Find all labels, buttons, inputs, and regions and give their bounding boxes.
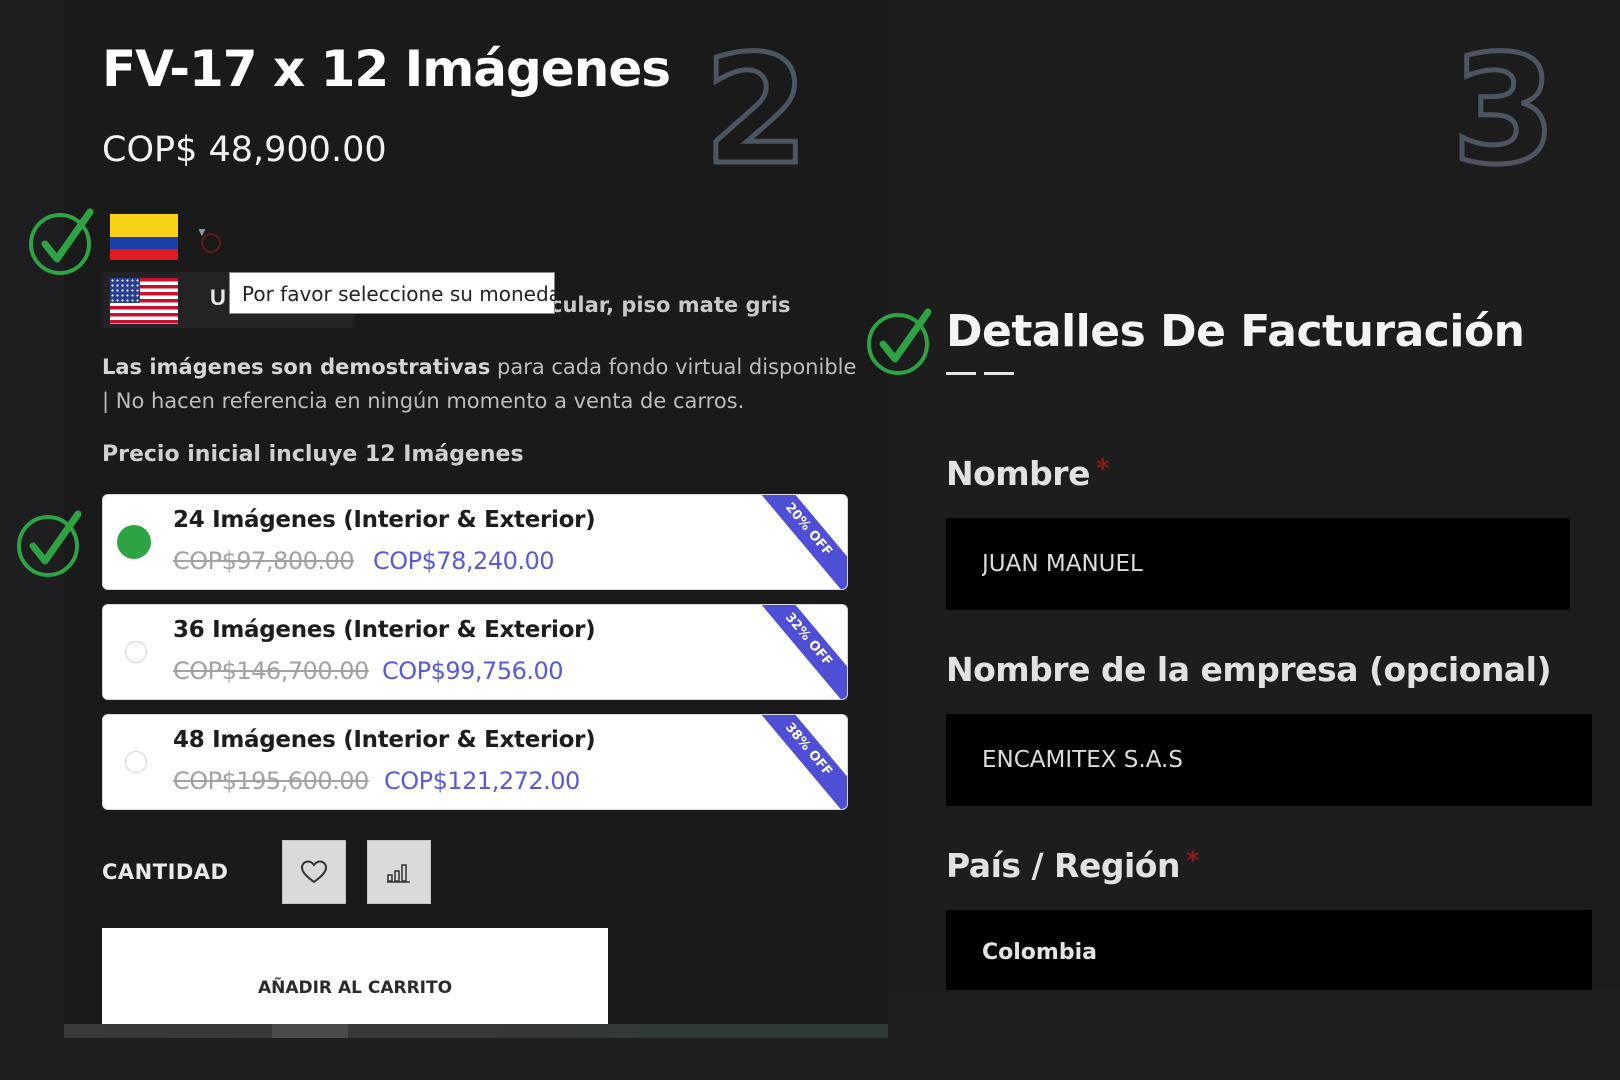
product-subtitle: cular, piso mate gris: [550, 293, 791, 317]
billing-title: Detalles De Facturación: [946, 306, 1525, 357]
country-select[interactable]: Colombia: [946, 910, 1592, 990]
currency-tooltip: Por favor seleccione su moneda: [229, 272, 561, 314]
add-to-cart-button[interactable]: AÑADIR AL CARRITO: [102, 928, 608, 1028]
loading-icon: [201, 233, 221, 253]
option-radio[interactable]: [117, 525, 151, 559]
company-input[interactable]: [946, 714, 1592, 806]
includes-note: Precio inicial incluye 12 Imágenes: [102, 442, 524, 467]
discount-badge: 20% OFF: [751, 495, 847, 589]
option-new-price: COP$121,272.00: [384, 767, 580, 795]
option-new-price: COP$99,756.00: [382, 657, 564, 685]
wishlist-button[interactable]: [282, 840, 346, 904]
step-number-2: 2: [701, 24, 810, 198]
option-radio[interactable]: [125, 751, 147, 773]
option-24-images[interactable]: 24 Imágenes (Interior & Exterior) COP$97…: [102, 494, 848, 590]
required-mark: *: [1095, 454, 1110, 484]
check-circle-icon: [867, 308, 932, 375]
description-bold: Las imágenes son demostrativas: [102, 355, 491, 379]
option-old-price: COP$146,700.00: [173, 657, 369, 685]
country-label-text: País / Región: [946, 846, 1180, 885]
required-mark: *: [1185, 846, 1200, 876]
currency-option-label: U: [210, 285, 226, 310]
discount-badge-text: 38% OFF: [751, 715, 847, 809]
product-title: FV-17 x 12 Imágenes: [102, 40, 671, 98]
discount-badge: 32% OFF: [751, 605, 847, 699]
country-value: Colombia: [982, 940, 1097, 965]
option-new-price: COP$78,240.00: [373, 547, 555, 575]
product-price: COP$ 48,900.00: [102, 130, 387, 170]
first-name-label-text: Nombre: [946, 454, 1090, 493]
title-underline: [984, 372, 1014, 375]
option-radio[interactable]: [125, 641, 147, 663]
option-48-images[interactable]: 48 Imágenes (Interior & Exterior) COP$19…: [102, 714, 848, 810]
country-label: País / Región *: [946, 846, 1200, 885]
option-title: 36 Imágenes (Interior & Exterior): [173, 617, 596, 643]
option-title: 48 Imágenes (Interior & Exterior): [173, 727, 596, 753]
compare-button[interactable]: [367, 840, 431, 904]
thumbnail-strip: [64, 1024, 888, 1038]
usa-flag[interactable]: [110, 278, 178, 324]
option-old-price: COP$97,800.00: [173, 547, 355, 575]
option-title: 24 Imágenes (Interior & Exterior): [173, 507, 596, 533]
option-36-images[interactable]: 36 Imágenes (Interior & Exterior) COP$14…: [102, 604, 848, 700]
step-number-3: 3: [1449, 24, 1558, 198]
check-circle-icon: [17, 510, 82, 577]
option-old-price: COP$195,600.00: [173, 767, 369, 795]
bar-chart-icon: [387, 864, 410, 883]
product-description: Las imágenes son demostrativas para cada…: [102, 350, 862, 418]
quantity-label: CANTIDAD: [102, 860, 229, 884]
heart-icon: [300, 860, 328, 884]
first-name-input[interactable]: [946, 518, 1570, 610]
first-name-label: Nombre *: [946, 454, 1110, 493]
discount-badge-text: 20% OFF: [751, 495, 847, 589]
thumbnail[interactable]: [272, 1024, 348, 1038]
company-label: Nombre de la empresa (opcional): [946, 650, 1552, 689]
discount-badge: 38% OFF: [751, 715, 847, 809]
title-underline: [946, 372, 976, 375]
discount-badge-text: 32% OFF: [751, 605, 847, 699]
colombia-flag[interactable]: [110, 214, 178, 260]
check-circle-icon: [29, 208, 94, 275]
